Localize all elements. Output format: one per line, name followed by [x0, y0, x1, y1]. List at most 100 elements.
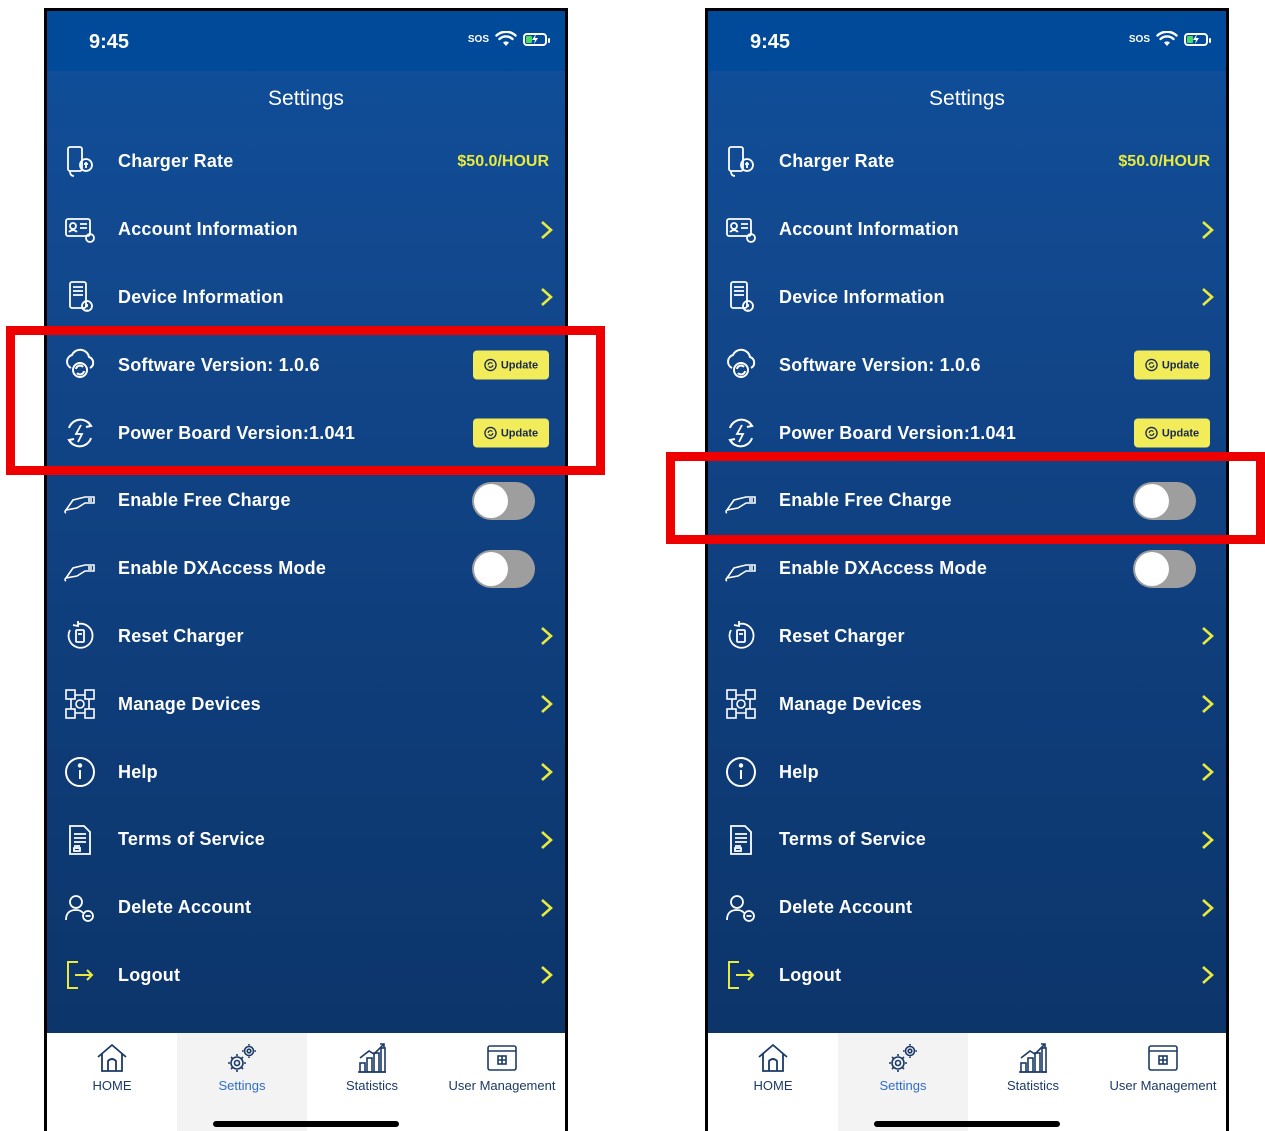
document-icon	[63, 823, 97, 857]
page-title: Settings	[268, 87, 344, 110]
reset-charger-label: Reset Charger	[779, 625, 905, 646]
status-bar: 9:45 SOS	[47, 11, 565, 71]
highlight-box-version-rows	[6, 326, 605, 475]
tab-user-management[interactable]: User Management	[1098, 1033, 1226, 1131]
refresh-icon	[1145, 359, 1158, 372]
row-delete-account[interactable]: Delete Account	[708, 874, 1226, 942]
software-update-label: Update	[1161, 359, 1200, 372]
charger-rate-label: Charger Rate	[779, 151, 895, 172]
document-icon	[724, 823, 758, 857]
user-remove-icon	[63, 891, 97, 925]
chevron-right-icon	[541, 627, 553, 646]
row-account-information[interactable]: Account Information	[708, 196, 1226, 264]
tab-settings-label: Settings	[879, 1078, 927, 1093]
settings-list: Charger Rate $50.0/HOUR Account Informat…	[708, 128, 1226, 1009]
row-logout[interactable]: Logout	[708, 942, 1226, 1010]
chevron-right-icon	[1202, 695, 1214, 714]
page-title: Settings	[929, 87, 1005, 110]
phone-screen-left: 9:45 SOS Settings Charger Rate $50.0/HOU…	[44, 8, 568, 1131]
info-icon	[724, 755, 758, 789]
gears-icon	[228, 1044, 256, 1072]
tab-home[interactable]: HOME	[47, 1033, 177, 1131]
row-device-information[interactable]: Device Information	[708, 264, 1226, 332]
help-label: Help	[118, 761, 158, 782]
row-reset-charger[interactable]: Reset Charger	[708, 603, 1226, 671]
row-device-information[interactable]: Device Information	[47, 264, 565, 332]
manage-devices-label: Manage Devices	[779, 693, 922, 714]
enable-dxaccess-mode-label: Enable DXAccess Mode	[779, 558, 988, 579]
row-software-version: Software Version: 1.0.6 Update	[708, 331, 1226, 399]
row-account-information[interactable]: Account Information	[47, 196, 565, 264]
charger-plug-icon	[724, 552, 758, 586]
power-board-update-label: Update	[1161, 427, 1200, 440]
toggle-knob	[474, 483, 508, 518]
reset-charger-label: Reset Charger	[118, 625, 244, 646]
battery-icon	[1184, 32, 1211, 46]
row-help[interactable]: Help	[708, 738, 1226, 806]
home-indicator	[874, 1121, 1060, 1127]
delete-account-label: Delete Account	[118, 897, 252, 918]
enable-dxaccess-mode-label: Enable DXAccess Mode	[118, 558, 327, 579]
id-card-icon	[63, 213, 97, 247]
row-manage-devices[interactable]: Manage Devices	[708, 670, 1226, 738]
gears-icon	[889, 1044, 917, 1072]
row-help[interactable]: Help	[47, 738, 565, 806]
software-update-button[interactable]: Update	[1134, 350, 1210, 380]
chevron-right-icon	[1202, 220, 1214, 239]
row-terms-of-service[interactable]: Terms of Service	[708, 806, 1226, 874]
manage-devices-label: Manage Devices	[118, 693, 261, 714]
home-indicator	[213, 1121, 399, 1127]
home-icon	[97, 1043, 127, 1072]
row-reset-charger[interactable]: Reset Charger	[47, 603, 565, 671]
charger-plug-icon	[63, 484, 97, 518]
status-time: 9:45	[750, 31, 791, 53]
charger-rate-label: Charger Rate	[118, 151, 234, 172]
tab-home[interactable]: HOME	[708, 1033, 838, 1131]
chevron-right-icon	[541, 763, 553, 782]
enable-dxaccess-mode-toggle[interactable]	[1133, 549, 1196, 588]
tab-user-management[interactable]: User Management	[437, 1033, 565, 1131]
chevron-right-icon	[541, 966, 553, 985]
tab-statistics[interactable]: Statistics	[968, 1033, 1098, 1131]
enable-free-charge-toggle[interactable]	[472, 481, 535, 520]
logout-label: Logout	[779, 964, 842, 985]
chevron-right-icon	[1202, 898, 1214, 917]
user-remove-icon	[724, 891, 758, 925]
row-manage-devices[interactable]: Manage Devices	[47, 670, 565, 738]
logout-icon	[63, 958, 97, 992]
refresh-icon	[1145, 426, 1158, 440]
tab-statistics[interactable]: Statistics	[307, 1033, 437, 1131]
row-logout[interactable]: Logout	[47, 942, 565, 1010]
row-charger-rate: Charger Rate $50.0/HOUR	[708, 128, 1226, 196]
chevron-right-icon	[541, 695, 553, 714]
charger-rate-value: $50.0/HOUR	[457, 152, 549, 170]
tab-settings[interactable]: Settings	[177, 1033, 307, 1131]
network-icon	[63, 687, 97, 721]
tab-statistics-label: Statistics	[345, 1078, 398, 1093]
row-terms-of-service[interactable]: Terms of Service	[47, 806, 565, 874]
enable-dxaccess-mode-toggle[interactable]	[472, 549, 535, 588]
row-delete-account[interactable]: Delete Account	[47, 874, 565, 942]
cloud-sync-icon	[724, 348, 758, 382]
chevron-right-icon	[541, 220, 553, 239]
terms-of-service-label: Terms of Service	[118, 829, 265, 850]
sos-indicator: SOS	[1128, 33, 1150, 45]
reset-icon	[63, 619, 97, 653]
tab-user-management-label: User Management	[1109, 1078, 1217, 1093]
tab-home-label: HOME	[753, 1078, 793, 1093]
bottom-tab-bar: HOME Settings Statistics User Management	[708, 1033, 1226, 1131]
toggle-knob	[474, 551, 508, 586]
chart-icon	[1019, 1043, 1047, 1073]
chevron-right-icon	[1202, 830, 1214, 849]
chevron-right-icon	[1202, 966, 1214, 985]
toggle-knob	[1135, 551, 1169, 586]
phone-screen-right: 9:45 SOS Settings Charger Rate $50.0/HOU…	[705, 8, 1229, 1131]
chevron-right-icon	[541, 830, 553, 849]
bottom-tab-bar: HOME Settings Statistics User Management	[47, 1033, 565, 1131]
status-icons: SOS	[468, 31, 550, 47]
device-information-label: Device Information	[779, 286, 945, 307]
power-board-update-button[interactable]: Update	[1134, 418, 1210, 448]
power-sync-icon	[724, 416, 758, 450]
enable-free-charge-label: Enable Free Charge	[118, 490, 291, 511]
tab-settings[interactable]: Settings	[838, 1033, 968, 1131]
